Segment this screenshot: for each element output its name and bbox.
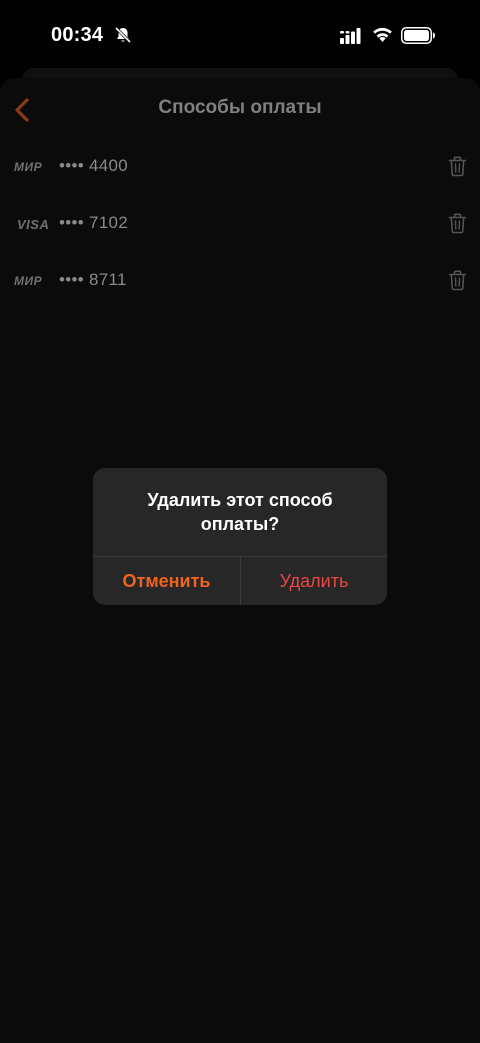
alert-title: Удалить этот способ оплаты? <box>147 490 333 534</box>
battery-icon <box>401 27 435 44</box>
delete-button[interactable]: Удалить <box>241 557 387 605</box>
delete-confirmation-alert: Удалить этот способ оплаты? Отменить Уда… <box>93 468 387 605</box>
trash-icon[interactable] <box>448 156 467 177</box>
trash-icon[interactable] <box>448 213 467 234</box>
payment-card-row[interactable]: МИР •••• 8711 <box>0 262 480 302</box>
card-brand-logo: МИР <box>14 160 43 174</box>
card-number: •••• 8711 <box>59 270 127 289</box>
card-brand-logo: МИР <box>14 274 43 288</box>
wifi-icon <box>373 27 392 42</box>
trash-icon[interactable] <box>448 270 467 291</box>
card-brand-logo: VISA <box>17 217 50 232</box>
bell-slash-icon <box>114 26 132 44</box>
payment-card-row[interactable]: МИР •••• 4400 <box>0 148 480 188</box>
status-bar: 00:34 <box>0 0 480 70</box>
page-title: Способы оплаты <box>158 97 322 118</box>
card-number: •••• 4400 <box>59 156 129 175</box>
card-number: •••• 7102 <box>59 213 129 232</box>
cellular-signal-icon <box>340 28 361 44</box>
payment-card-row[interactable]: VISA •••• 7102 <box>0 205 480 245</box>
status-time: 00:34 <box>51 24 104 46</box>
cancel-button[interactable]: Отменить <box>93 557 240 605</box>
